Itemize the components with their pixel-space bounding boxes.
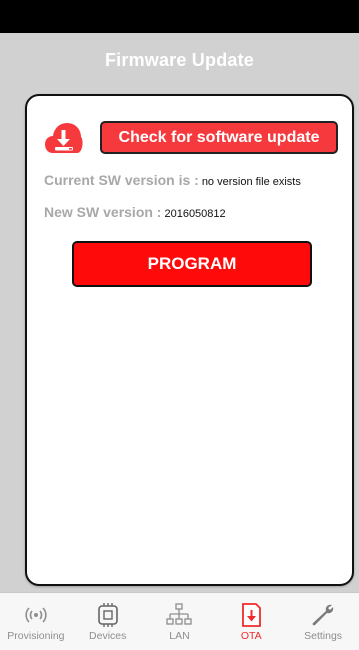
page-title: Firmware Update (104, 49, 255, 70)
tab-label: LAN (169, 630, 190, 642)
tab-lan[interactable]: LAN (144, 593, 216, 650)
tab-provisioning[interactable]: Provisioning (0, 593, 72, 650)
tab-label: Settings (304, 630, 343, 642)
tab-ota[interactable]: OTA (215, 593, 287, 650)
status-bar (0, 0, 359, 33)
download-box-icon (238, 602, 264, 628)
current-version-value: no version file exists (201, 176, 301, 188)
tab-label: Devices (89, 630, 127, 642)
wireless-signal-icon (23, 602, 49, 628)
current-version-row: Current SW version is : no version file … (44, 172, 301, 188)
tab-bar: Provisioning Devices LAN OTA Settings (0, 592, 359, 650)
new-version-row: New SW version : 2016050812 (44, 204, 226, 220)
check-update-button[interactable]: Check for software update (100, 121, 338, 154)
new-version-value: 2016050812 (164, 208, 226, 220)
tab-devices[interactable]: Devices (72, 593, 144, 650)
program-button[interactable]: PROGRAM (72, 241, 312, 287)
new-version-label: New SW version : (44, 204, 162, 220)
cloud-download-icon (45, 123, 83, 153)
navigation-bar: Firmware Update (0, 33, 359, 87)
network-tree-icon (166, 602, 193, 628)
tab-label: Provisioning (7, 630, 65, 642)
tab-label: OTA (240, 630, 262, 642)
wrench-icon (310, 602, 336, 628)
chip-icon (95, 602, 121, 628)
current-version-label: Current SW version is : (44, 172, 199, 188)
firmware-update-card: Check for software update Current SW ver… (25, 94, 354, 586)
tab-settings[interactable]: Settings (287, 593, 359, 650)
